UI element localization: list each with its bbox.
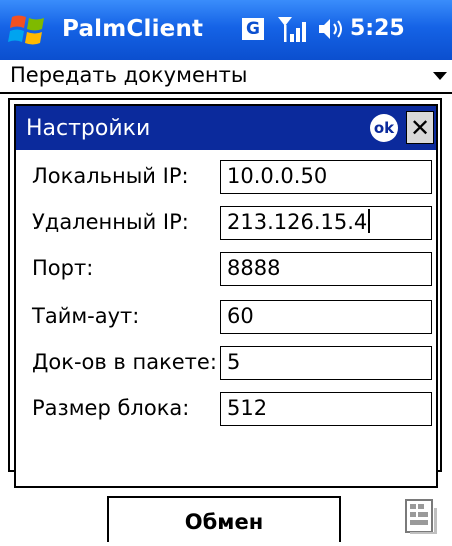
- clock[interactable]: 5:25: [350, 16, 405, 41]
- dialog-title: Настройки: [26, 116, 151, 141]
- remote-ip-row: Удаленный IP: 213.126.15.4: [16, 206, 436, 240]
- speaker-icon[interactable]: [316, 16, 346, 42]
- block-size-row: Размер блока: 512: [16, 392, 436, 426]
- dialog-titlebar: Настройки ok ✕: [16, 106, 436, 150]
- remote-ip-label: Удаленный IP:: [32, 210, 189, 234]
- dropdown-selected-value: Передать документы: [10, 63, 248, 87]
- chevron-down-icon[interactable]: [433, 72, 447, 80]
- docs-per-batch-row: Док-ов в пакете: 5: [16, 346, 436, 380]
- windows-start-icon[interactable]: [8, 11, 48, 49]
- ok-button[interactable]: ok: [370, 114, 398, 142]
- action-dropdown[interactable]: Передать документы: [0, 60, 452, 94]
- port-label: Порт:: [32, 256, 94, 280]
- timeout-field[interactable]: 60: [220, 300, 432, 334]
- port-row: Порт: 8888: [16, 252, 436, 286]
- remote-ip-value: 213.126.15.4: [227, 210, 368, 234]
- block-size-field[interactable]: 512: [220, 392, 432, 426]
- title-bar: PalmClient G 5:25: [0, 0, 452, 60]
- settings-dialog: Настройки ok ✕ Локальный IP: 10.0.0.50 У…: [14, 104, 438, 488]
- close-button[interactable]: ✕: [406, 111, 434, 144]
- text-caret: [368, 209, 371, 233]
- docs-per-batch-label: Док-ов в пакете:: [32, 350, 217, 374]
- timeout-row: Тайм-аут: 60: [16, 300, 436, 334]
- app-title: PalmClient: [62, 16, 204, 42]
- exchange-button[interactable]: Обмен: [107, 496, 341, 542]
- keyboard-input-panel-icon[interactable]: [404, 498, 438, 536]
- block-size-label: Размер блока:: [32, 396, 190, 420]
- gprs-icon[interactable]: G: [242, 18, 264, 40]
- docs-per-batch-field[interactable]: 5: [220, 346, 432, 380]
- signal-icon[interactable]: [276, 14, 310, 44]
- timeout-label: Тайм-аут:: [32, 304, 140, 328]
- local-ip-field[interactable]: 10.0.0.50: [220, 160, 432, 194]
- local-ip-row: Локальный IP: 10.0.0.50: [16, 160, 436, 194]
- local-ip-label: Локальный IP:: [32, 164, 189, 188]
- remote-ip-field[interactable]: 213.126.15.4: [220, 206, 432, 240]
- port-field[interactable]: 8888: [220, 252, 432, 286]
